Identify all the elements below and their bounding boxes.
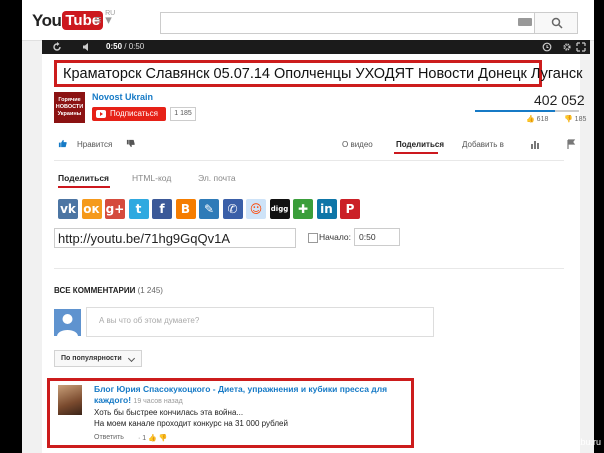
digg-share-icon[interactable]: digg: [269, 199, 290, 219]
start-time-input[interactable]: 0:50: [354, 228, 400, 246]
share-tab-email[interactable]: Эл. почта: [198, 173, 236, 183]
myspace-share-icon[interactable]: ✆: [222, 199, 243, 219]
dislike-button-icon[interactable]: [126, 139, 135, 148]
youtube-play-icon: [96, 110, 106, 118]
comment-input[interactable]: А вы что об этом думаете?: [86, 307, 434, 337]
share-tab-share[interactable]: Поделиться: [58, 173, 109, 183]
twitter-share-icon[interactable]: t: [128, 199, 149, 219]
reddit-share-icon[interactable]: ☺: [246, 199, 266, 219]
subscriber-count: 1 185: [170, 107, 196, 121]
chevron-down-icon: [127, 354, 136, 363]
blogger-share-icon[interactable]: B: [175, 199, 196, 219]
divider: [54, 268, 564, 269]
tab-share[interactable]: Поделиться: [396, 140, 444, 149]
odnoklassniki-share-icon[interactable]: ок: [81, 199, 102, 219]
view-count: 402 052: [534, 92, 585, 108]
guide-menu-icon[interactable]: ≡ ▾: [94, 12, 112, 28]
like-bar-fill: [475, 110, 556, 112]
pinterest-share-icon[interactable]: P: [340, 199, 360, 219]
like-button[interactable]: Нравится: [77, 140, 112, 149]
start-time-label: Начало:: [319, 232, 351, 242]
tab-add-to[interactable]: Добавить в: [462, 140, 504, 149]
report-flag-icon[interactable]: [566, 139, 576, 149]
search-icon: [551, 17, 563, 29]
tab-share-underline: [394, 152, 438, 154]
keyboard-icon[interactable]: [518, 18, 532, 26]
like-dislike-bar: [475, 110, 579, 112]
reply-link[interactable]: Ответить: [94, 434, 124, 441]
subscribe-button[interactable]: Подписаться: [92, 107, 166, 121]
comment-text: Хоть бы быстрее кончилась эта война...: [94, 408, 244, 417]
user-avatar[interactable]: [54, 309, 81, 336]
watermark: pikabu.ru: [563, 437, 601, 447]
search-input[interactable]: [160, 12, 536, 34]
comments-heading: ВСЕ КОММЕНТАРИИ (1 245): [54, 286, 163, 295]
comment-author-avatar[interactable]: [58, 385, 82, 415]
start-time-checkbox[interactable]: [308, 233, 318, 243]
comment-author-link[interactable]: Блог Юрия Спасокукоцкого - Диета, упражн…: [94, 384, 404, 407]
video-title-highlight: Краматорск Славянск 05.07.14 Ополченцы У…: [54, 60, 582, 87]
masthead: You Tube RU ≡ ▾: [22, 0, 594, 41]
video-title: Краматорск Славянск 05.07.14 Ополченцы У…: [63, 66, 583, 82]
linkedin-share-icon[interactable]: in: [316, 199, 337, 219]
search-button[interactable]: [534, 12, 578, 34]
stumbleupon-share-icon[interactable]: ✚: [293, 199, 313, 219]
like-count: 👍 618: [526, 116, 549, 123]
divider: [54, 160, 564, 161]
comment-time: 19 часов назад: [133, 398, 183, 405]
facebook-share-icon[interactable]: f: [152, 199, 172, 219]
thumbs-down-icon: 👎: [564, 116, 573, 123]
share-tab-embed[interactable]: HTML-код: [132, 173, 171, 183]
player-controls: 0:50 / 0:50: [42, 40, 590, 54]
volume-icon[interactable]: [82, 42, 92, 52]
like-button-icon[interactable]: [58, 139, 67, 148]
sort-comments-dropdown[interactable]: По популярности: [54, 350, 142, 367]
default-avatar-icon: [57, 314, 78, 336]
share-tab-underline: [58, 186, 110, 188]
livejournal-share-icon[interactable]: ✎: [199, 199, 219, 219]
dislike-count: 👎 185: [564, 116, 587, 123]
google-plus-share-icon[interactable]: g+: [105, 199, 125, 219]
channel-thumbnail[interactable]: Горячие НОВОСТИ Украины: [54, 92, 85, 123]
vk-share-icon[interactable]: vk: [58, 199, 78, 219]
share-url-input[interactable]: http://youtu.be/71hg9GqQv1A: [54, 228, 296, 248]
tab-about[interactable]: О видео: [342, 140, 373, 149]
fullscreen-icon[interactable]: [576, 42, 586, 52]
settings-gear-icon[interactable]: [562, 42, 572, 52]
youtube-page: You Tube RU ≡ ▾ 0:50 / 0:50 Краматорск С…: [22, 0, 594, 453]
comment-highlight: Блог Юрия Спасокукоцкого - Диета, упражн…: [47, 378, 414, 448]
watch-later-icon[interactable]: [542, 42, 552, 52]
comment-text: На моем канале проходит конкурс на 31 00…: [94, 419, 288, 428]
comment-score: · 1 👍 👎: [138, 435, 168, 442]
thumbs-down-icon[interactable]: 👎: [159, 435, 168, 442]
statistics-icon[interactable]: [530, 139, 540, 149]
channel-name-link[interactable]: Novost Ukrain: [92, 92, 153, 102]
thumbs-up-icon: 👍: [526, 116, 535, 123]
thumbs-up-icon[interactable]: 👍: [148, 435, 157, 442]
time-display: 0:50 / 0:50: [106, 42, 145, 51]
replay-icon[interactable]: [52, 42, 62, 52]
